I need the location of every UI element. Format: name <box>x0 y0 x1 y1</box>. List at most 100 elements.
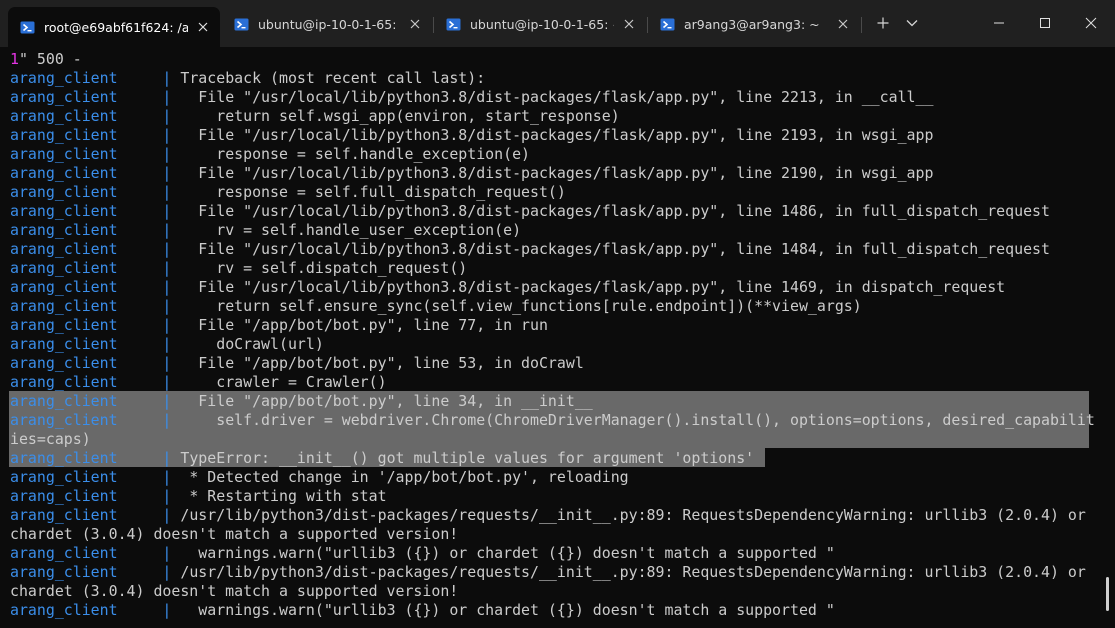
terminal-line: arang_client | self.driver = webdriver.C… <box>10 411 1095 430</box>
separator: | <box>153 278 181 296</box>
container-name: arang_client <box>10 392 118 410</box>
line-text: warnings.warn("urllib3 ({}) or chardet (… <box>180 544 835 562</box>
name-padding <box>118 164 154 182</box>
separator: | <box>153 145 181 163</box>
name-padding <box>118 278 154 296</box>
name-padding <box>118 563 154 581</box>
close-icon[interactable] <box>194 18 212 36</box>
name-padding <box>118 411 154 429</box>
terminal-line: arang_client | return self.wsgi_app(envi… <box>10 107 620 126</box>
name-padding <box>118 202 154 220</box>
line-text: chardet (3.0.4) doesn't match a supporte… <box>10 582 459 600</box>
name-padding <box>118 601 154 619</box>
name-padding <box>118 69 154 87</box>
plus-icon <box>877 17 889 29</box>
maximize-button[interactable] <box>1022 10 1068 36</box>
separator: | <box>153 487 181 505</box>
tab-ubuntu-2[interactable]: ubuntu@ip-10-0-1-65: ~ <box>434 8 646 40</box>
separator: | <box>153 506 181 524</box>
name-padding <box>118 88 154 106</box>
tab-title: ar9ang3@ar9ang3: ~ <box>684 16 820 32</box>
separator: | <box>153 335 181 353</box>
line-text: " 500 - <box>18 50 82 68</box>
separator: | <box>153 69 181 87</box>
line-text: Traceback (most recent call last): <box>180 69 486 87</box>
container-name: arang_client <box>10 183 118 201</box>
separator: | <box>153 88 181 106</box>
name-padding <box>118 183 154 201</box>
separator: | <box>153 126 181 144</box>
terminal-line: arang_client | File "/usr/local/lib/pyth… <box>10 126 933 145</box>
tab-root-app[interactable]: root@e69abf61f624: /app <box>8 7 220 47</box>
separator: | <box>153 373 181 391</box>
name-padding <box>118 145 154 163</box>
container-name: arang_client <box>10 335 118 353</box>
tab-title: ubuntu@ip-10-0-1-65: ~, <box>258 16 400 32</box>
name-padding <box>118 544 154 562</box>
tab-ar9ang3[interactable]: ar9ang3@ar9ang3: ~ <box>648 8 860 40</box>
minimize-icon <box>994 22 1004 24</box>
terminal-line: arang_client | File "/usr/local/lib/pyth… <box>10 240 1050 259</box>
terminal-line: arang_client | rv = self.handle_user_exc… <box>10 221 521 240</box>
close-icon[interactable] <box>834 15 852 33</box>
name-padding <box>118 449 154 467</box>
close-icon[interactable] <box>406 15 424 33</box>
separator: | <box>153 449 181 467</box>
container-name: arang_client <box>10 202 118 220</box>
tab-dropdown-button[interactable] <box>899 10 925 36</box>
terminal-line: arang_client | /usr/lib/python3/dist-pac… <box>10 563 1086 582</box>
line-text: File "/usr/local/lib/python3.8/dist-pack… <box>180 164 934 182</box>
new-tab-button[interactable] <box>870 10 896 36</box>
line-text: warnings.warn("urllib3 ({}) or chardet (… <box>180 601 835 619</box>
container-name: arang_client <box>10 221 118 239</box>
title-bar: root@e69abf61f624: /app ubuntu@ip-10-0-1… <box>0 0 1115 47</box>
container-name: arang_client <box>10 449 118 467</box>
line-text: rv = self.dispatch_request() <box>180 259 468 277</box>
container-name: arang_client <box>10 544 118 562</box>
line-prefix: 1 <box>10 50 19 68</box>
container-name: arang_client <box>10 107 118 125</box>
terminal-line: arang_client | File "/app/bot/bot.py", l… <box>10 316 548 335</box>
container-name: arang_client <box>10 164 118 182</box>
line-text: /usr/lib/python3/dist-packages/requests/… <box>180 506 1086 524</box>
close-icon[interactable] <box>620 15 638 33</box>
powershell-icon <box>446 18 461 30</box>
line-text: return self.wsgi_app(environ, start_resp… <box>180 107 620 125</box>
terminal-line: arang_client | File "/usr/local/lib/pyth… <box>10 202 1050 221</box>
separator: | <box>153 544 181 562</box>
container-name: arang_client <box>10 411 118 429</box>
container-name: arang_client <box>10 316 118 334</box>
name-padding <box>118 126 154 144</box>
tab-divider <box>861 17 862 33</box>
line-text: crawler = Crawler() <box>180 373 387 391</box>
close-window-button[interactable] <box>1068 10 1114 36</box>
line-text: rv = self.handle_user_exception(e) <box>180 221 522 239</box>
terminal-output[interactable]: 1" 500 - arang_client | Traceback (most … <box>0 47 1115 628</box>
minimize-button[interactable] <box>976 10 1022 36</box>
powershell-icon <box>20 21 35 33</box>
terminal-line: arang_client | File "/usr/local/lib/pyth… <box>10 278 1005 297</box>
terminal-line: arang_client | response = self.handle_ex… <box>10 145 530 164</box>
container-name: arang_client <box>10 240 118 258</box>
name-padding <box>118 468 154 486</box>
name-padding <box>118 259 154 277</box>
container-name: arang_client <box>10 468 118 486</box>
name-padding <box>118 297 154 315</box>
container-name: arang_client <box>10 506 118 524</box>
line-text: response = self.handle_exception(e) <box>180 145 531 163</box>
chevron-down-icon <box>906 20 918 27</box>
separator: | <box>153 601 181 619</box>
terminal-line: chardet (3.0.4) doesn't match a supporte… <box>10 525 458 544</box>
name-padding <box>118 373 154 391</box>
tab-ubuntu-1[interactable]: ubuntu@ip-10-0-1-65: ~, <box>222 8 432 40</box>
tab-title: ubuntu@ip-10-0-1-65: ~ <box>470 16 614 32</box>
container-name: arang_client <box>10 354 118 372</box>
terminal-line: arang_client | warnings.warn("urllib3 ({… <box>10 544 835 563</box>
separator: | <box>153 316 181 334</box>
name-padding <box>118 506 154 524</box>
separator: | <box>153 354 181 372</box>
scrollbar-thumb[interactable] <box>1106 577 1109 611</box>
line-text: File "/app/bot/bot.py", line 53, in doCr… <box>180 354 584 372</box>
separator: | <box>153 183 181 201</box>
line-text: File "/app/bot/bot.py", line 77, in run <box>180 316 548 334</box>
